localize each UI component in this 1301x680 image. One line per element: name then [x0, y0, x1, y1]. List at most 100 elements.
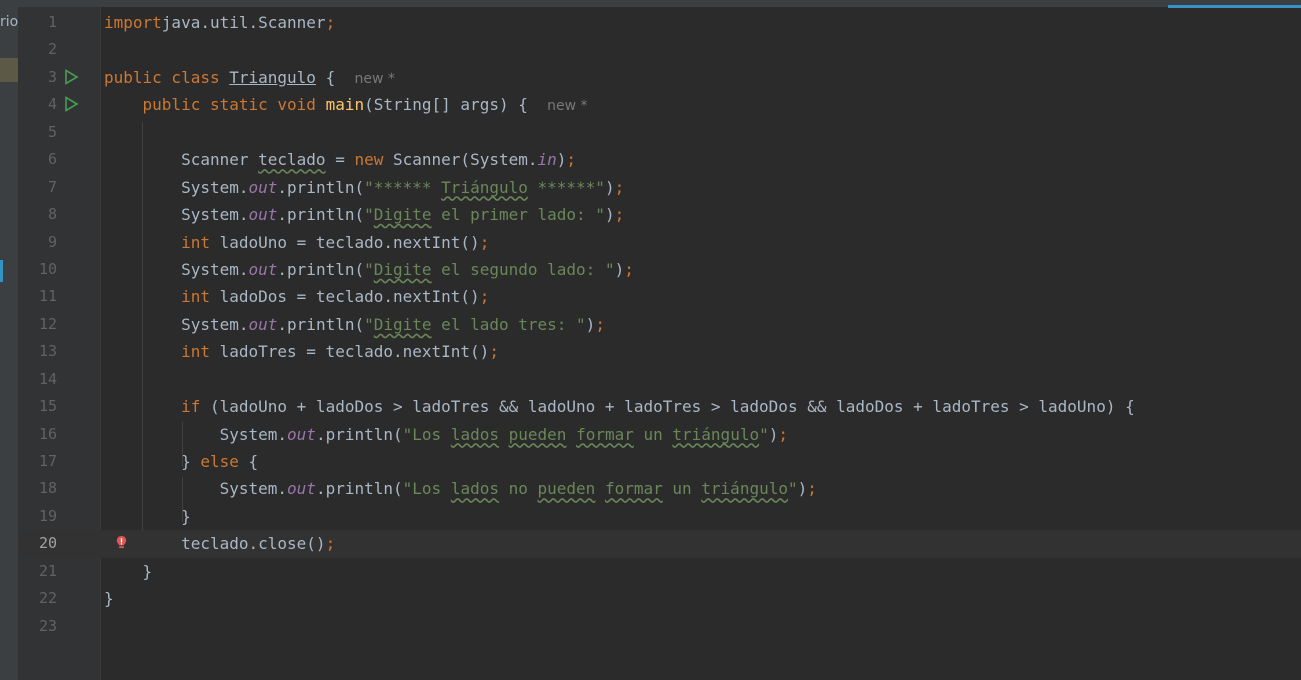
code-text[interactable]: System.out.println("Digite el segundo la…: [104, 256, 634, 283]
line-number[interactable]: 4: [19, 91, 57, 118]
code-token: ): [604, 177, 615, 197]
line-number[interactable]: 8: [19, 201, 57, 228]
strip-selection: [0, 58, 18, 82]
code-text[interactable]: teclado.close();: [104, 530, 335, 557]
line-number[interactable]: 12: [19, 311, 57, 338]
line-number[interactable]: 3: [19, 64, 57, 91]
author-hint[interactable]: new *: [547, 98, 587, 114]
code-line[interactable]: 7 System.out.println("****** Triángulo *…: [19, 174, 1301, 201]
code-text[interactable]: System.out.println("Digite el primer lad…: [104, 201, 624, 228]
code-line[interactable]: 5: [19, 119, 1301, 146]
code-token: ;: [614, 205, 625, 225]
code-line[interactable]: 6 Scanner teclado = new Scanner(System.i…: [19, 146, 1301, 173]
code-line[interactable]: 13 int ladoTres = teclado.nextInt();: [19, 338, 1301, 365]
code-line[interactable]: 10 System.out.println("Digite el segundo…: [19, 256, 1301, 283]
code-text[interactable]: System.out.println("****** Triángulo ***…: [104, 174, 624, 201]
code-line[interactable]: 9 int ladoUno = teclado.nextInt();: [19, 229, 1301, 256]
code-token: java.util.Scanner: [161, 13, 326, 32]
code-text[interactable]: int ladoUno = teclado.nextInt();: [104, 229, 489, 256]
line-number[interactable]: 20: [19, 530, 57, 557]
code-token: pueden: [508, 424, 567, 444]
code-text[interactable]: Scanner teclado = new Scanner(System.in)…: [104, 146, 576, 173]
code-token: }: [104, 506, 191, 526]
line-number[interactable]: 5: [19, 119, 57, 146]
line-number[interactable]: 9: [19, 229, 57, 256]
line-number[interactable]: 15: [19, 393, 57, 420]
line-number[interactable]: 1: [19, 9, 57, 36]
code-editor[interactable]: 1 importjava.util.Scanner; 2 3 public class …: [19, 9, 1301, 640]
line-number[interactable]: 22: [19, 585, 57, 612]
line-number[interactable]: 16: [19, 421, 57, 448]
code-token: out: [287, 479, 316, 499]
code-line[interactable]: 2: [19, 36, 1301, 63]
code-token: System.: [104, 259, 249, 279]
code-line[interactable]: 21 }: [19, 558, 1301, 585]
code-token: int: [181, 287, 220, 307]
line-number[interactable]: 13: [19, 338, 57, 365]
code-token: el segundo lado: ": [431, 259, 615, 279]
code-text[interactable]: int ladoTres = teclado.nextInt();: [104, 338, 499, 365]
code-token: out: [248, 205, 278, 225]
code-line[interactable]: 23: [19, 613, 1301, 640]
code-token: Scanner(System.: [393, 150, 538, 170]
line-number[interactable]: 7: [19, 174, 57, 201]
line-number[interactable]: 6: [19, 146, 57, 173]
run-icon[interactable]: [63, 96, 79, 113]
code-token: .println(: [315, 424, 403, 444]
code-line[interactable]: 1 importjava.util.Scanner;: [19, 9, 1301, 36]
code-token: .println(: [277, 205, 365, 225]
code-line[interactable]: 16 System.out.println("Los lados pueden …: [19, 421, 1301, 448]
code-token: ******": [527, 177, 605, 197]
code-text[interactable]: int ladoDos = teclado.nextInt();: [104, 283, 489, 310]
code-token: System.: [104, 177, 249, 197]
code-token: }: [104, 561, 153, 581]
code-line[interactable]: 20 teclado.close();: [19, 530, 1301, 558]
line-number[interactable]: 17: [19, 448, 57, 475]
code-line[interactable]: 14: [19, 366, 1301, 393]
code-text[interactable]: System.out.println("Los lados pueden for…: [104, 421, 788, 448]
line-number[interactable]: 23: [19, 613, 57, 640]
code-line[interactable]: 3 public class Triangulo { new *: [19, 64, 1301, 91]
code-text[interactable]: public static void main(String[] args) {…: [104, 91, 588, 120]
line-number[interactable]: 18: [19, 475, 57, 502]
code-token: triángulo: [701, 479, 788, 499]
code-token: }: [104, 589, 114, 609]
code-token: main: [325, 95, 365, 115]
line-number[interactable]: 2: [19, 36, 57, 63]
code-token: ;: [325, 534, 336, 554]
code-text[interactable]: }: [104, 585, 114, 612]
run-icon[interactable]: [63, 68, 79, 85]
code-line[interactable]: 17 } else {: [19, 448, 1301, 475]
code-text[interactable]: importjava.util.Scanner;: [104, 9, 335, 36]
code-token: ;: [566, 150, 577, 170]
code-line[interactable]: 4 public static void main(String[] args)…: [19, 91, 1301, 118]
code-token: if: [181, 397, 210, 417]
code-text[interactable]: System.out.println("Los lados no pueden …: [104, 475, 817, 502]
code-text[interactable]: } else {: [104, 448, 258, 475]
line-number[interactable]: 21: [19, 558, 57, 585]
code-text[interactable]: }: [104, 503, 191, 530]
project-tool-strip[interactable]: rio: [0, 0, 19, 680]
code-text[interactable]: public class Triangulo { new *: [104, 64, 395, 93]
code-line[interactable]: 8 System.out.println("Digite el primer l…: [19, 201, 1301, 228]
code-text[interactable]: }: [104, 558, 153, 585]
line-number[interactable]: 19: [19, 503, 57, 530]
code-token: Scanner: [104, 150, 259, 170]
code-token: System.: [104, 314, 249, 334]
code-line[interactable]: 19 }: [19, 503, 1301, 530]
code-token: ;: [489, 342, 499, 362]
code-line[interactable]: 12 System.out.println("Digite el lado tr…: [19, 311, 1301, 338]
code-line[interactable]: 11 int ladoDos = teclado.nextInt();: [19, 283, 1301, 310]
active-tab-indicator[interactable]: [1168, 5, 1301, 8]
code-text[interactable]: System.out.println("Digite el lado tres:…: [104, 311, 605, 338]
line-number[interactable]: 11: [19, 283, 57, 310]
line-number[interactable]: 14: [19, 366, 57, 393]
code-token: ;: [778, 424, 789, 444]
code-line[interactable]: 18 System.out.println("Los lados no pued…: [19, 475, 1301, 502]
line-number[interactable]: 10: [19, 256, 57, 283]
code-line[interactable]: 15 if (ladoUno + ladoDos > ladoTres && l…: [19, 393, 1301, 420]
author-hint[interactable]: new *: [354, 71, 394, 87]
code-text[interactable]: if (ladoUno + ladoDos > ladoTres && lado…: [104, 393, 1135, 420]
code-line[interactable]: 22}: [19, 585, 1301, 612]
